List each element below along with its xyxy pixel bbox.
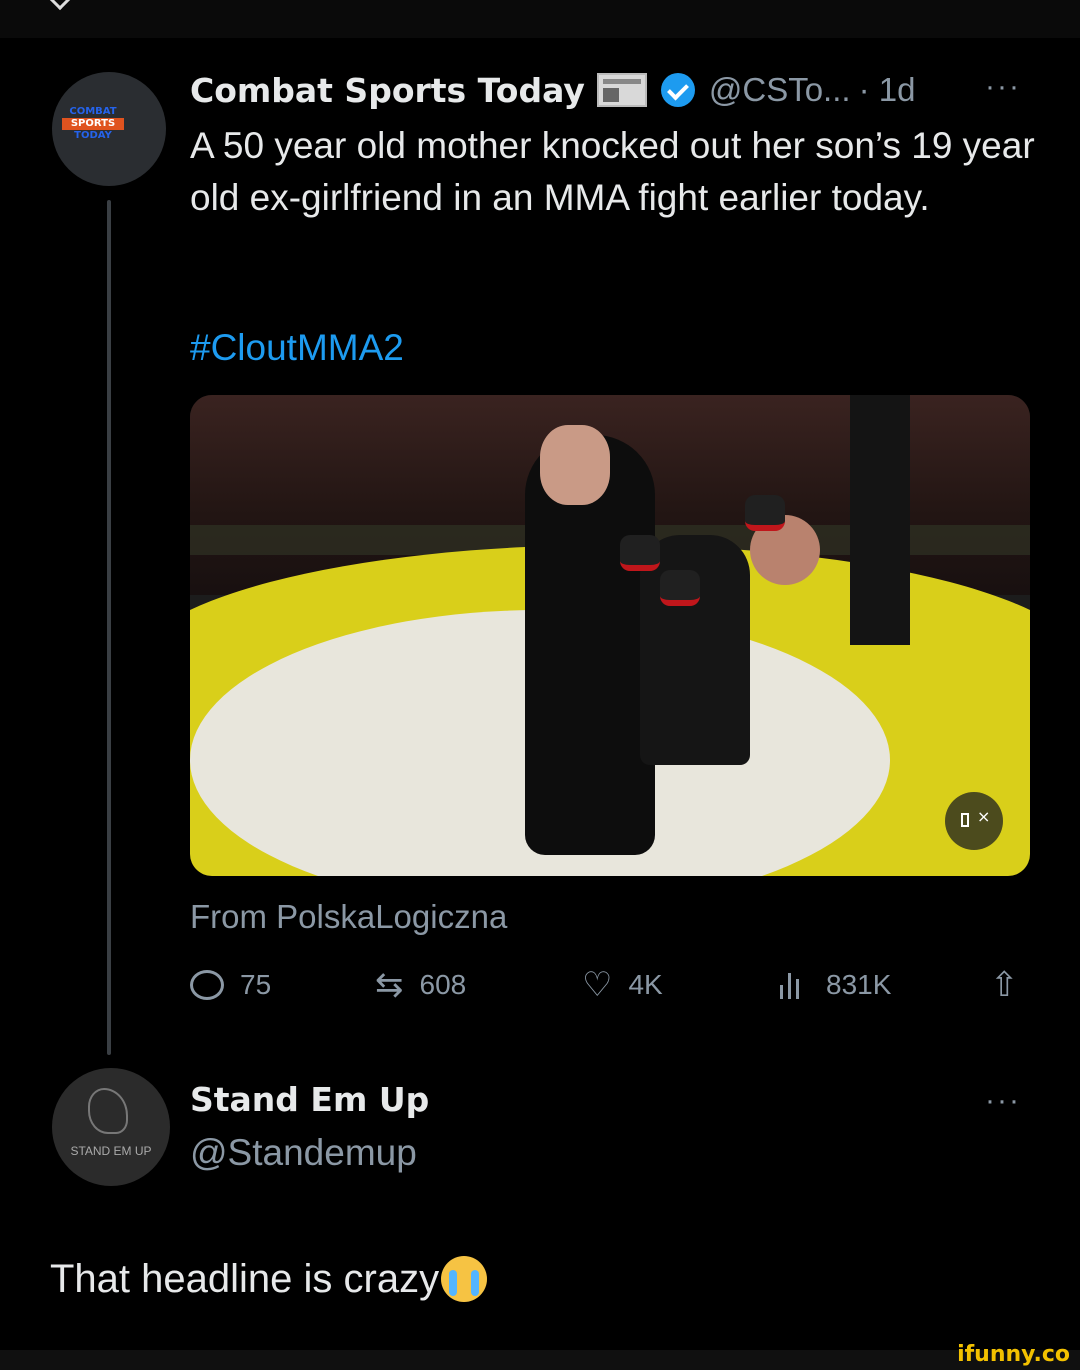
hashtag-link[interactable]: #CloutMMA2 — [190, 327, 404, 369]
thread-connector-line — [107, 200, 111, 1055]
tweet-text: A 50 year old mother knocked out her son… — [190, 125, 1035, 218]
tweet-header: Combat Sports Today @CSTo... · 1d — [190, 68, 915, 112]
comment-text: That headline is crazy — [50, 1256, 488, 1302]
video-glove — [660, 570, 700, 606]
like-count: 4K — [628, 969, 663, 1000]
reply-button[interactable]: 75 — [190, 960, 271, 1010]
crying-face-emoji-icon — [441, 1256, 488, 1302]
views-button[interactable]: 831K — [780, 960, 891, 1010]
view-count: 831K — [826, 969, 892, 1000]
reply-icon — [190, 970, 224, 1000]
share-icon: ⇧ — [990, 965, 1019, 1005]
mute-button[interactable]: × — [945, 792, 1003, 850]
reply-count: 75 — [240, 969, 272, 1000]
repost-button[interactable]: ⇆ 608 — [375, 960, 466, 1010]
video-fighter-right — [640, 535, 750, 765]
reply-author-handle[interactable]: @Standemup — [190, 1132, 417, 1174]
ifunny-watermark: ifunny.co — [957, 1342, 1070, 1367]
author-avatar[interactable]: COMBAT SPORTS TODAY — [52, 72, 166, 186]
like-button[interactable]: ♡ 4K — [582, 960, 663, 1010]
tweet-actions: 75 ⇆ 608 ♡ 4K 831K ⇧ — [190, 960, 1030, 1010]
comment-body: That headline is crazy — [50, 1256, 440, 1301]
video-glove — [745, 495, 785, 531]
share-button[interactable]: ⇧ — [990, 960, 1035, 1010]
avatar-figure-icon — [88, 1088, 128, 1134]
author-handle[interactable]: @CSTo... — [709, 71, 851, 109]
more-options-icon[interactable]: ··· — [985, 70, 1021, 104]
views-chart-icon — [780, 971, 804, 999]
repost-count: 608 — [419, 969, 467, 1000]
author-name[interactable]: Combat Sports Today — [190, 71, 585, 110]
mute-x-icon: × — [977, 807, 991, 826]
speaker-icon — [961, 813, 969, 827]
reply-author-name[interactable]: Stand Em Up — [190, 1080, 429, 1119]
more-options-icon[interactable]: ··· — [985, 1084, 1021, 1118]
media-source-label[interactable]: From PolskaLogiczna — [190, 898, 507, 936]
footer-bar — [0, 1350, 1080, 1370]
heart-icon: ♡ — [582, 965, 613, 1005]
repost-icon: ⇆ — [375, 965, 404, 1005]
video-cage-post — [850, 395, 910, 645]
top-bar — [0, 0, 1080, 38]
verified-badge-icon[interactable] — [660, 73, 695, 107]
back-arrow-icon[interactable] — [45, 0, 75, 11]
tweet-video[interactable]: × — [190, 395, 1030, 876]
video-fighter-left-head — [540, 425, 610, 505]
avatar-brand-text: STAND EM UP — [70, 1144, 152, 1158]
newspaper-icon — [596, 73, 647, 107]
avatar-logo: COMBAT SPORTS TODAY — [62, 106, 124, 142]
video-glove — [620, 535, 660, 571]
tweet-timestamp[interactable]: · 1d — [859, 71, 916, 109]
reply-author-avatar[interactable]: STAND EM UP — [52, 1068, 170, 1186]
